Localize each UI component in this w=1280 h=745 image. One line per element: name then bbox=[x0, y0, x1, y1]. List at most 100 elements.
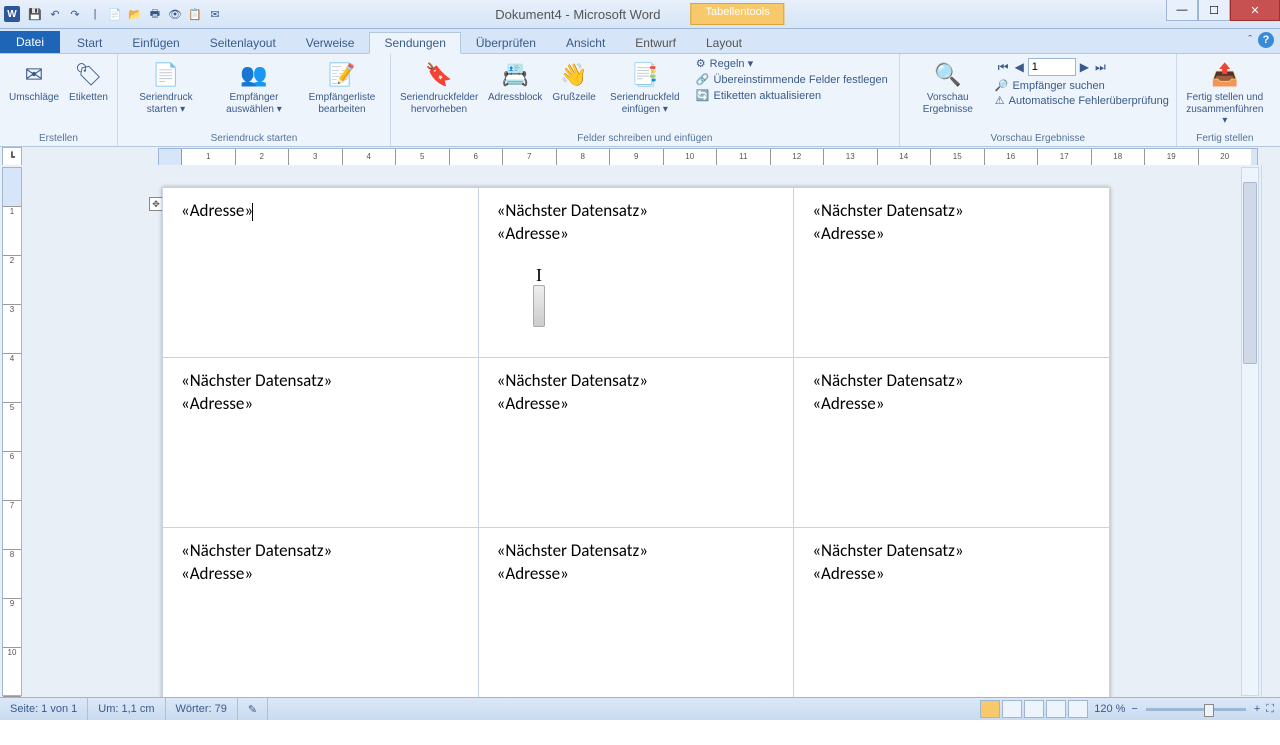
label-cell[interactable]: «Nächster Datensatz»«Adresse» bbox=[794, 188, 1110, 358]
group-label: Felder schreiben und einfügen bbox=[395, 131, 895, 146]
tab-einfuegen[interactable]: Einfügen bbox=[117, 32, 194, 53]
group-felder: 🔖Seriendruckfelder hervorheben 📇Adressbl… bbox=[391, 54, 900, 146]
view-outline-button[interactable] bbox=[1046, 700, 1066, 718]
tab-sendungen[interactable]: Sendungen bbox=[369, 32, 460, 54]
view-fullscreen-button[interactable] bbox=[1002, 700, 1022, 718]
label-cell[interactable]: «Nächster Datensatz»«Adresse» bbox=[794, 528, 1110, 698]
group-label: Fertig stellen bbox=[1181, 131, 1269, 146]
update-labels-icon: 🔄 bbox=[696, 89, 710, 102]
next-record-icon[interactable]: ▶ bbox=[1078, 60, 1091, 74]
ribbon: ✉Umschläge 🏷Etiketten Erstellen 📄Seriend… bbox=[0, 54, 1280, 147]
scrollbar-thumb[interactable] bbox=[1243, 182, 1257, 364]
view-web-button[interactable] bbox=[1024, 700, 1044, 718]
qat-redo-icon[interactable]: ↷ bbox=[66, 5, 84, 23]
minimize-button[interactable]: — bbox=[1166, 0, 1198, 21]
horizontal-ruler[interactable]: 1234567891011121314151617181920 bbox=[158, 148, 1258, 166]
status-page[interactable]: Seite: 1 von 1 bbox=[0, 698, 88, 720]
label-cell[interactable]: «Nächster Datensatz»«Adresse» bbox=[478, 528, 794, 698]
preview-icon: 🔍 bbox=[932, 59, 964, 91]
document-area[interactable]: ✥ «Adresse»«Nächster Datensatz»«Adresse»… bbox=[22, 165, 1261, 698]
label-table: «Adresse»«Nächster Datensatz»«Adresse»«N… bbox=[162, 187, 1110, 698]
label-cell[interactable]: «Nächster Datensatz»«Adresse» bbox=[478, 358, 794, 528]
label-cell[interactable]: «Nächster Datensatz»«Adresse» bbox=[163, 528, 479, 698]
qat-paste-icon[interactable]: 📋 bbox=[186, 5, 204, 23]
regeln-button[interactable]: ⚙Regeln ▾ bbox=[693, 56, 891, 71]
qat-new-icon[interactable]: 📄 bbox=[106, 5, 124, 23]
greeting-icon: 👋 bbox=[558, 59, 590, 91]
qat-print-icon[interactable]: 🖶 bbox=[146, 5, 164, 23]
tab-verweise[interactable]: Verweise bbox=[291, 32, 370, 53]
label-cell[interactable]: «Nächster Datensatz»«Adresse» bbox=[794, 358, 1110, 528]
ribbon-tabs: Datei Start Einfügen Seitenlayout Verwei… bbox=[0, 29, 1280, 54]
group-label: Erstellen bbox=[4, 131, 113, 146]
vertical-ruler[interactable]: 1234567891011 bbox=[2, 167, 22, 696]
maximize-button[interactable]: ☐ bbox=[1198, 0, 1230, 21]
quick-access-toolbar: 💾 ↶ ↷ | 📄 📂 🖶 👁 📋 ✉ bbox=[26, 5, 224, 23]
label-cell[interactable]: «Nächster Datensatz»«Adresse» bbox=[478, 188, 794, 358]
vertical-scrollbar[interactable] bbox=[1241, 167, 1259, 696]
insert-field-icon: 📑 bbox=[629, 59, 661, 91]
close-button[interactable]: ✕ bbox=[1230, 0, 1280, 21]
tab-selector[interactable]: ┗ bbox=[2, 147, 22, 167]
prev-record-icon[interactable]: ◀ bbox=[1013, 60, 1026, 74]
seriendruckfeld-einfuegen-button[interactable]: 📑Seriendruckfeld einfügen ▾ bbox=[601, 56, 689, 118]
envelope-icon: ✉ bbox=[18, 59, 50, 91]
first-record-icon[interactable]: ⏮ bbox=[996, 60, 1011, 75]
status-words[interactable]: Wörter: 79 bbox=[166, 698, 238, 720]
zoom-in-button[interactable]: + bbox=[1254, 703, 1260, 715]
zoom-level[interactable]: 120 % bbox=[1094, 703, 1125, 715]
label-cell[interactable]: «Nächster Datensatz»«Adresse» bbox=[163, 358, 479, 528]
recipients-icon: 👥 bbox=[238, 59, 270, 91]
qat-undo-icon[interactable]: ↶ bbox=[46, 5, 64, 23]
fehlerueberpruefung-button[interactable]: ⚠Automatische Fehlerüberprüfung bbox=[992, 93, 1172, 108]
contextual-tab-label: Tabellentools bbox=[690, 3, 784, 25]
etiketten-button[interactable]: 🏷Etiketten bbox=[64, 56, 113, 107]
adressblock-button[interactable]: 📇Adressblock bbox=[483, 56, 547, 107]
tab-ansicht[interactable]: Ansicht bbox=[551, 32, 620, 53]
empfaenger-suchen-button[interactable]: 🔎Empfänger suchen bbox=[992, 78, 1172, 93]
tab-seitenlayout[interactable]: Seitenlayout bbox=[195, 32, 291, 53]
felder-hervorheben-button[interactable]: 🔖Seriendruckfelder hervorheben bbox=[395, 56, 483, 118]
tab-ueberpruefen[interactable]: Überprüfen bbox=[461, 32, 551, 53]
zoom-out-button[interactable]: − bbox=[1131, 703, 1137, 715]
tab-entwurf[interactable]: Entwurf bbox=[620, 32, 691, 53]
fertig-stellen-button[interactable]: 📤Fertig stellen und zusammenführen ▾ bbox=[1181, 56, 1269, 130]
qat-open-icon[interactable]: 📂 bbox=[126, 5, 144, 23]
file-tab[interactable]: Datei bbox=[0, 31, 60, 53]
grusszeile-button[interactable]: 👋Grußzeile bbox=[547, 56, 600, 107]
felder-festlegen-button[interactable]: 🔗Übereinstimmende Felder festlegen bbox=[693, 72, 891, 87]
workspace: 1234567891011 ✥ «Adresse»«Nächster Daten… bbox=[0, 165, 1280, 698]
tab-start[interactable]: Start bbox=[62, 32, 117, 53]
label-cell[interactable]: «Adresse» bbox=[163, 188, 479, 358]
view-draft-button[interactable] bbox=[1068, 700, 1088, 718]
rules-icon: ⚙ bbox=[696, 57, 706, 70]
umschlaege-button[interactable]: ✉Umschläge bbox=[4, 56, 64, 107]
etiketten-aktualisieren-button[interactable]: 🔄Etiketten aktualisieren bbox=[693, 88, 891, 103]
tab-layout[interactable]: Layout bbox=[691, 32, 757, 53]
empfaenger-auswaehlen-button[interactable]: 👥Empfänger auswählen ▾ bbox=[210, 56, 298, 118]
status-position[interactable]: Um: 1,1 cm bbox=[88, 698, 165, 720]
status-lang-icon[interactable]: ✎ bbox=[238, 698, 268, 720]
vorschau-ergebnisse-button[interactable]: 🔍Vorschau Ergebnisse bbox=[904, 56, 992, 118]
record-navigator: ⏮ ◀ ▶ ⏭ bbox=[992, 56, 1172, 78]
zoom-expand-button[interactable]: ⛶ bbox=[1266, 703, 1274, 716]
help-icon[interactable]: ? bbox=[1258, 32, 1274, 48]
group-seriendruck-starten: 📄Seriendruck starten ▾ 👥Empfänger auswäh… bbox=[118, 54, 391, 146]
view-print-layout-button[interactable] bbox=[980, 700, 1000, 718]
table-move-handle[interactable]: ✥ bbox=[149, 197, 163, 211]
empfaengerliste-bearbeiten-button[interactable]: 📝Empfängerliste bearbeiten bbox=[298, 56, 386, 118]
last-record-icon[interactable]: ⏭ bbox=[1093, 60, 1108, 75]
window-controls: — ☐ ✕ bbox=[1166, 0, 1280, 21]
seriendruck-starten-button[interactable]: 📄Seriendruck starten ▾ bbox=[122, 56, 210, 118]
qat-mail-icon[interactable]: ✉ bbox=[206, 5, 224, 23]
ribbon-collapse-icon[interactable]: ˆ bbox=[1248, 34, 1252, 46]
group-fertig: 📤Fertig stellen und zusammenführen ▾ Fer… bbox=[1177, 54, 1273, 146]
search-icon: 🔎 bbox=[995, 79, 1009, 92]
mailmerge-icon: 📄 bbox=[150, 59, 182, 91]
zoom-slider[interactable] bbox=[1146, 708, 1246, 711]
app-icon: W bbox=[4, 6, 20, 22]
record-number-input[interactable] bbox=[1028, 58, 1076, 76]
qat-save-icon[interactable]: 💾 bbox=[26, 5, 44, 23]
qat-preview-icon[interactable]: 👁 bbox=[166, 5, 184, 23]
group-label: Seriendruck starten bbox=[122, 131, 386, 146]
